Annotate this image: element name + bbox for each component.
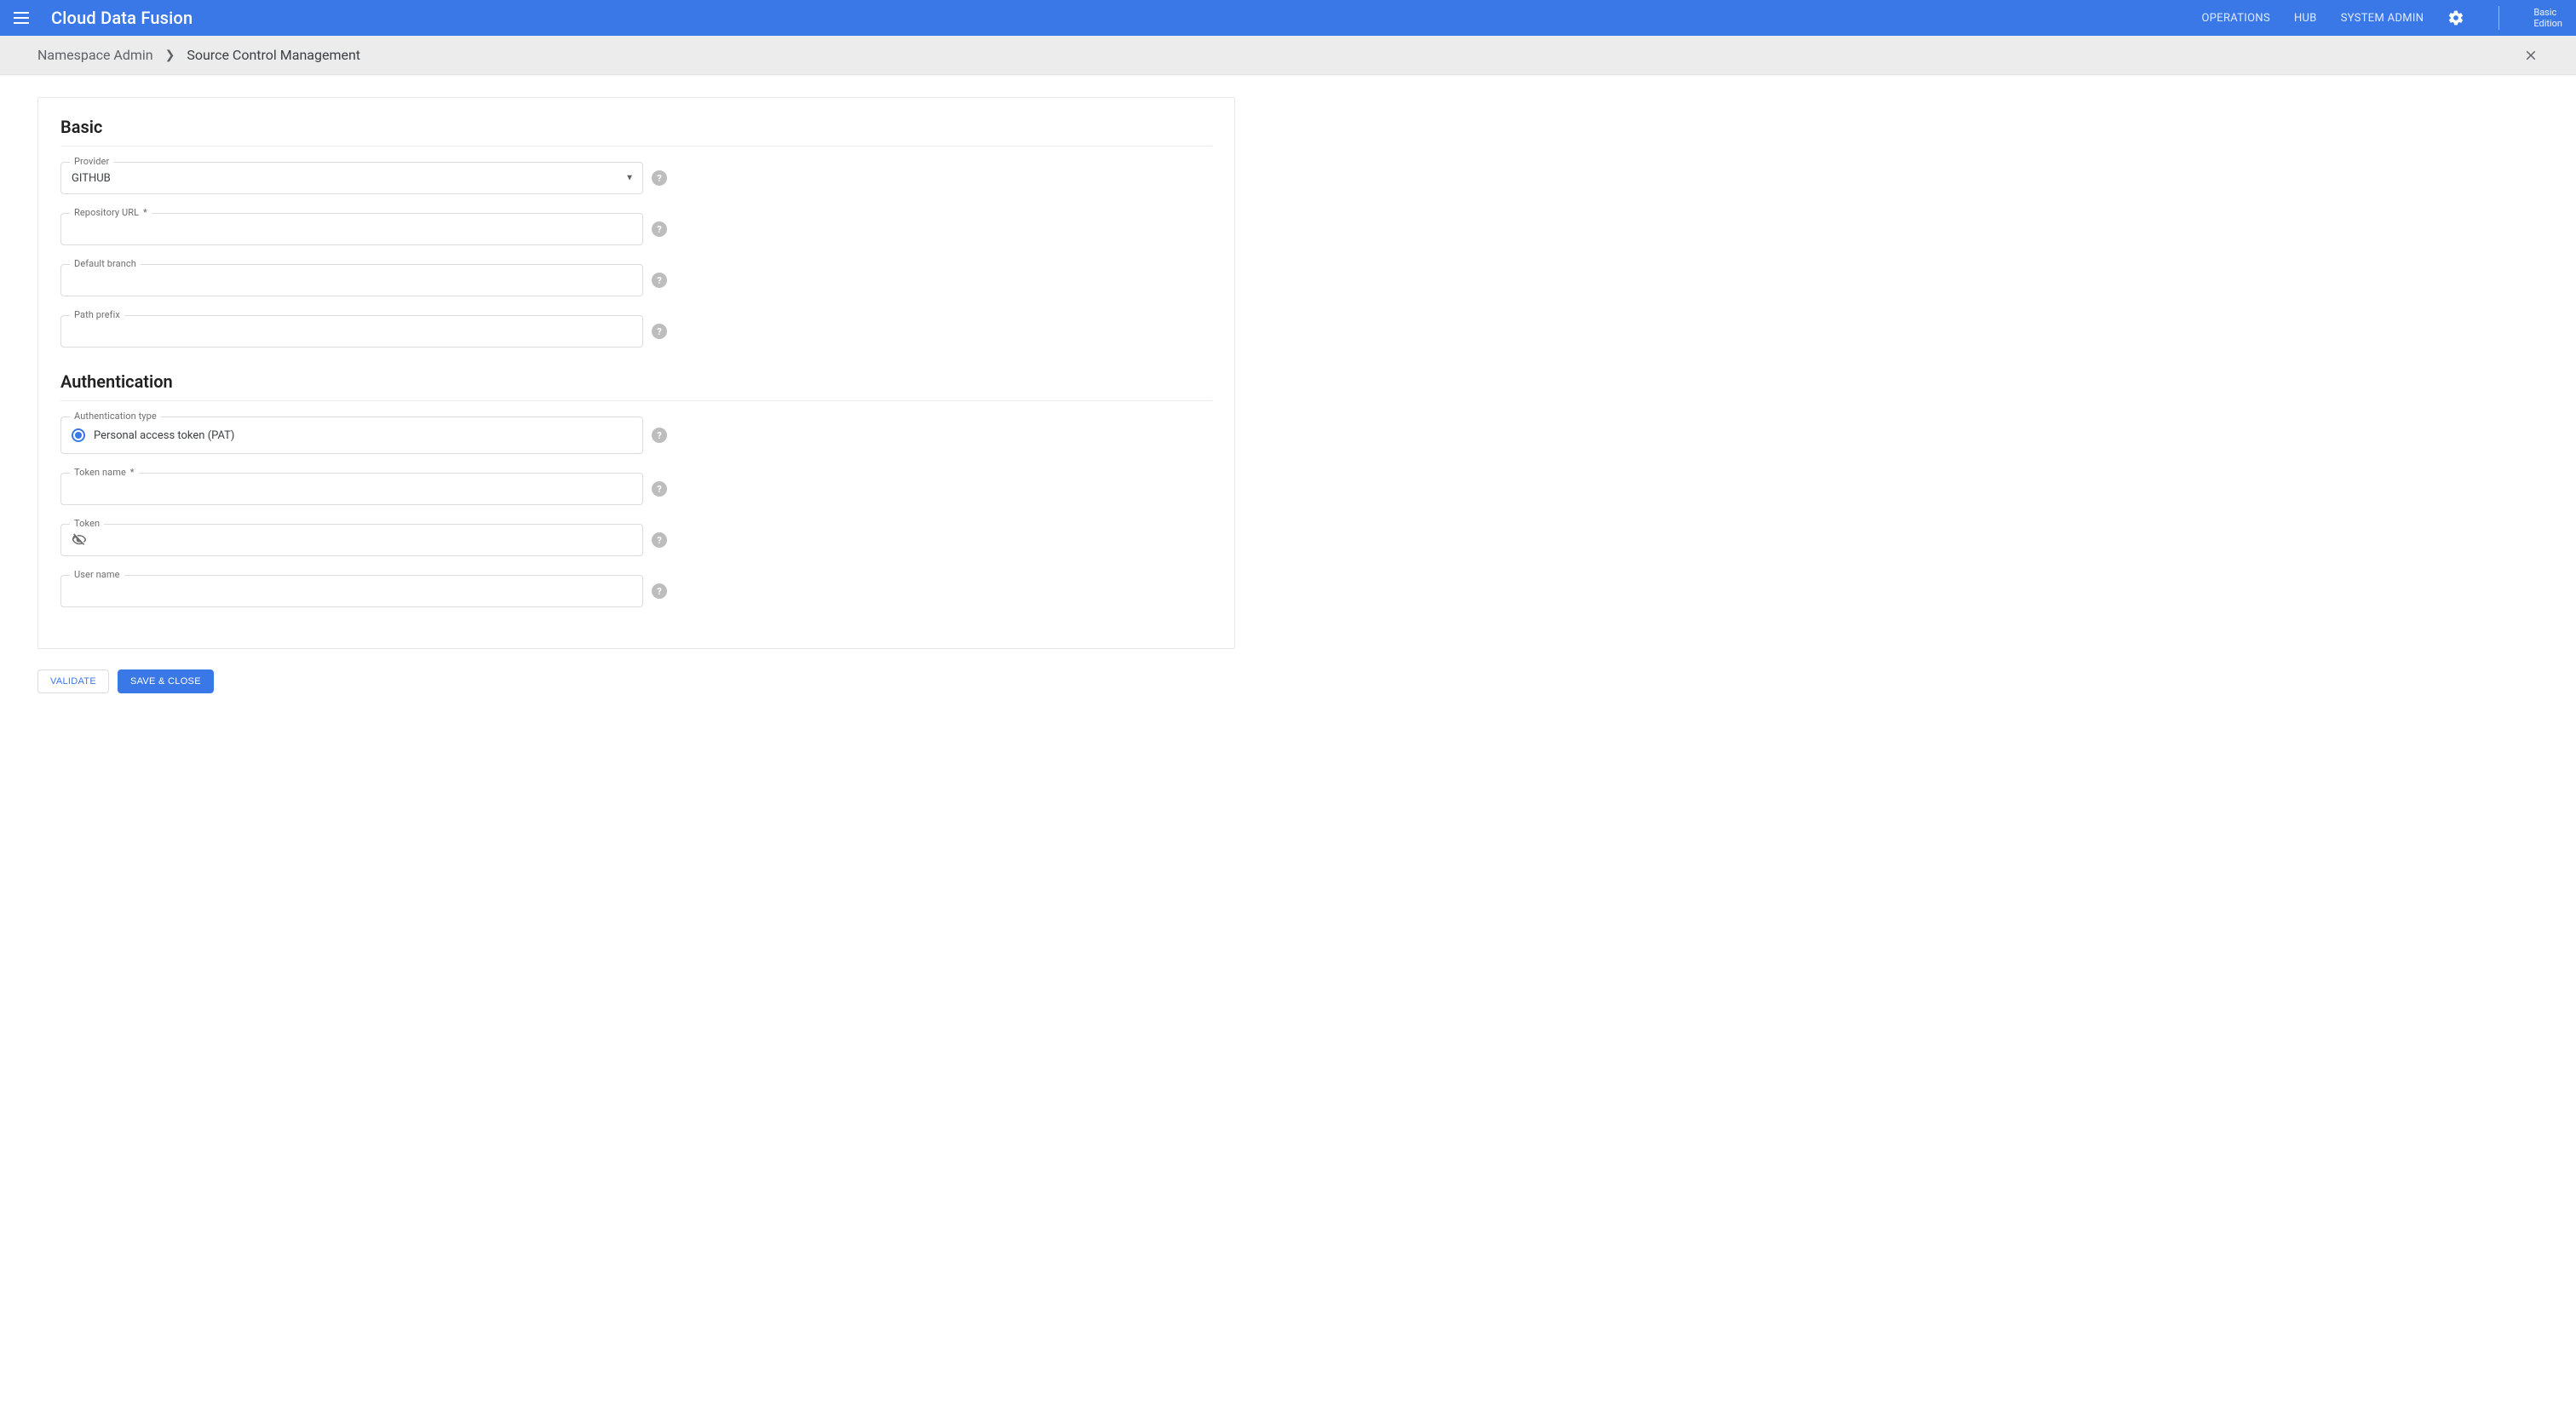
chevron-down-icon: ▼ [625, 174, 634, 183]
path-prefix-label: Path prefix [70, 309, 124, 320]
token-input[interactable] [92, 525, 632, 555]
nav-system-admin[interactable]: SYSTEM ADMIN [2341, 12, 2424, 25]
radio-checked-icon [72, 428, 85, 442]
edition-label: Basic Edition [2533, 7, 2562, 29]
settings-gear-icon[interactable] [2447, 9, 2464, 26]
auth-type-label: Authentication type [70, 411, 161, 422]
default-branch-label: Default branch [70, 258, 141, 269]
user-name-field-wrapper: User name [60, 575, 643, 607]
auth-type-radio-pat[interactable]: Personal access token (PAT) [72, 428, 234, 442]
chevron-right-icon: ❯ [165, 49, 175, 62]
help-icon[interactable]: ? [652, 273, 667, 288]
action-buttons: VALIDATE SAVE & CLOSE [37, 669, 2539, 693]
field-default-branch: Default branch ? [60, 264, 667, 296]
default-branch-field-wrapper: Default branch [60, 264, 643, 296]
provider-select[interactable]: Provider GITHUB ▼ [60, 162, 643, 194]
path-prefix-input[interactable] [72, 316, 632, 347]
validate-button[interactable]: VALIDATE [37, 669, 109, 693]
help-icon[interactable]: ? [652, 170, 667, 186]
help-icon[interactable]: ? [652, 324, 667, 339]
content-area: Basic Provider GITHUB ▼ ? Repository URL… [0, 75, 2576, 719]
section-divider [60, 400, 1212, 401]
help-icon[interactable]: ? [652, 532, 667, 548]
breadcrumb-level-2: Source Control Management [187, 47, 360, 63]
save-close-button[interactable]: SAVE & CLOSE [118, 669, 214, 693]
field-user-name: User name ? [60, 575, 667, 607]
default-branch-input[interactable] [72, 265, 632, 296]
token-name-input[interactable] [72, 474, 632, 504]
token-field-wrapper: Token [60, 524, 643, 556]
path-prefix-field-wrapper: Path prefix [60, 315, 643, 348]
help-icon[interactable]: ? [652, 481, 667, 497]
field-path-prefix: Path prefix ? [60, 315, 667, 348]
provider-label: Provider [70, 156, 113, 167]
repo-url-label: Repository URL * [70, 207, 152, 218]
visibility-off-icon[interactable] [72, 532, 87, 548]
token-name-field-wrapper: Token name * [60, 473, 643, 505]
form-card: Basic Provider GITHUB ▼ ? Repository URL… [37, 97, 1235, 649]
breadcrumb: Namespace Admin ❯ Source Control Managem… [0, 36, 2576, 75]
token-label: Token [70, 518, 104, 529]
field-auth-type: Authentication type Personal access toke… [60, 417, 667, 454]
section-title-basic: Basic [60, 117, 1212, 137]
help-icon[interactable]: ? [652, 583, 667, 599]
field-token: Token ? [60, 524, 667, 556]
help-icon[interactable]: ? [652, 221, 667, 237]
user-name-label: User name [70, 569, 124, 580]
nav-operations[interactable]: OPERATIONS [2202, 12, 2270, 25]
help-icon[interactable]: ? [652, 428, 667, 443]
provider-value: GITHUB [72, 172, 111, 185]
field-token-name: Token name * ? [60, 473, 667, 505]
top-app-bar: Cloud Data Fusion OPERATIONS HUB SYSTEM … [0, 0, 2576, 36]
field-repo-url: Repository URL * ? [60, 213, 667, 245]
app-title: Cloud Data Fusion [51, 8, 193, 28]
section-divider [60, 146, 1212, 147]
repo-url-input[interactable] [72, 214, 632, 244]
top-nav: OPERATIONS HUB SYSTEM ADMIN Basic Editio… [2202, 6, 2562, 30]
vertical-divider [2498, 6, 2499, 30]
auth-type-option-label: Personal access token (PAT) [94, 429, 234, 442]
breadcrumb-level-1[interactable]: Namespace Admin [37, 47, 153, 63]
user-name-input[interactable] [72, 576, 632, 606]
auth-type-group: Authentication type Personal access toke… [60, 417, 643, 454]
section-title-authentication: Authentication [60, 371, 1212, 392]
repo-url-field-wrapper: Repository URL * [60, 213, 643, 245]
field-provider: Provider GITHUB ▼ ? [60, 162, 667, 194]
token-name-label: Token name * [70, 467, 139, 478]
nav-hub[interactable]: HUB [2294, 12, 2317, 25]
close-icon[interactable] [2523, 48, 2539, 63]
hamburger-menu-icon[interactable] [14, 8, 34, 28]
